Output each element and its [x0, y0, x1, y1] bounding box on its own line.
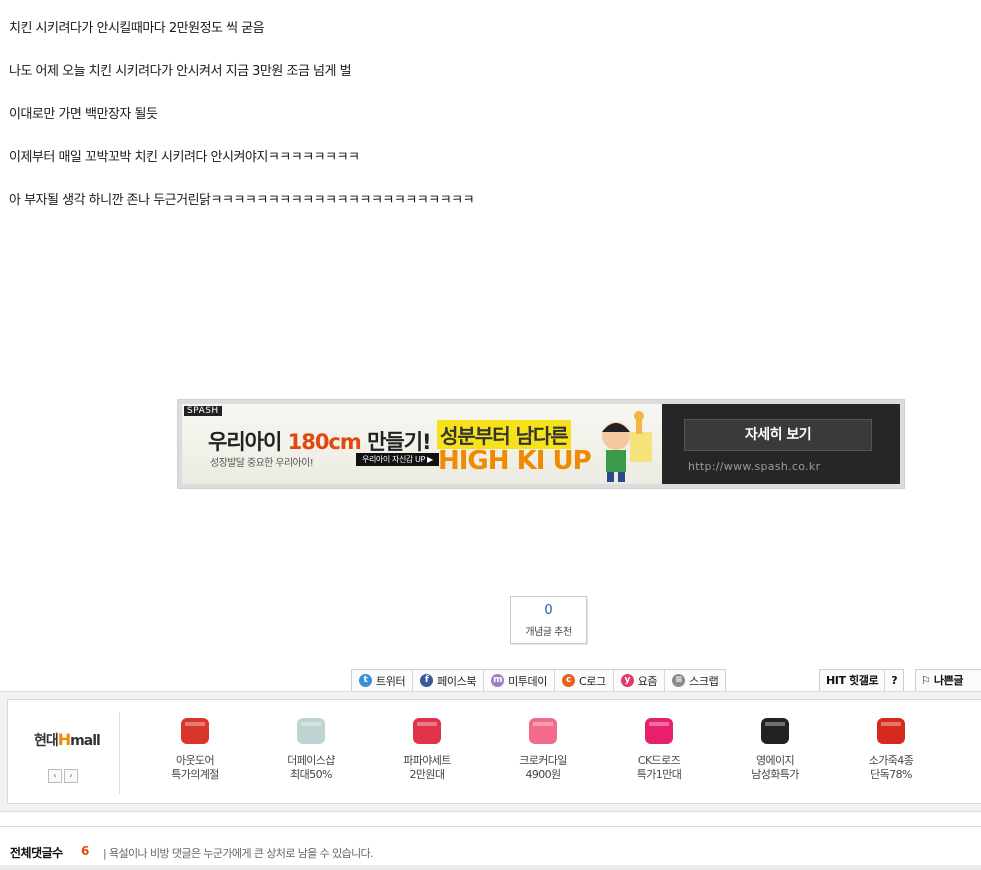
- help-icon[interactable]: ?: [885, 670, 903, 691]
- share-facebook[interactable]: f 페이스북: [413, 670, 485, 691]
- post-line: 이제부터 매일 꼬박꼬박 치킨 시키려다 안시켜야지ㅋㅋㅋㅋㅋㅋㅋㅋ: [9, 150, 360, 165]
- share-clog[interactable]: c C로그: [555, 670, 614, 691]
- divider: [0, 865, 981, 870]
- mall-pager: ‹ ›: [48, 769, 78, 783]
- comments-note: | 욕설이나 비방 댓글은 누군가에게 큰 상처로 남을 수 있습니다.: [103, 847, 374, 860]
- product-subtitle: 최대50%: [290, 768, 332, 781]
- ad-subtext: 성장발달 중요한 우리아이!: [210, 458, 314, 469]
- product-item[interactable]: 크로커다일 4900원: [498, 710, 588, 782]
- recommend-label: 개념글 추천: [525, 627, 572, 638]
- product-subtitle: 남성화특가: [751, 768, 799, 781]
- product-item[interactable]: 더페이스샵 최대50%: [266, 710, 356, 782]
- ad-headline-highlight: 180cm: [287, 430, 362, 454]
- ad-slogan: 성분부터 남다른: [437, 420, 571, 449]
- product-title: CK드로즈: [637, 754, 681, 767]
- ad-banner[interactable]: SPASH 우리아이 180cm 만들기! 성장발달 중요한 우리아이! 우리아…: [177, 399, 905, 489]
- report-label: 나쁜글: [933, 674, 964, 687]
- comments-title: 전체댓글수: [10, 846, 63, 860]
- comments-count: 6: [81, 844, 90, 858]
- ad-headline: 우리아이 180cm 만들기!: [208, 426, 432, 456]
- yozm-icon: y: [620, 674, 634, 687]
- share-label: C로그: [578, 674, 606, 688]
- mall-box: 현대Hmall ‹ › 아웃도어 특가의계절 더페이스샵 최대50% 파파야세트 2만원대…: [7, 699, 981, 804]
- post-line: 나도 어제 오늘 치킨 시키려다가 안시켜서 지금 3만원 조금 넘게 벌: [9, 64, 352, 79]
- brand-part: H: [57, 730, 71, 749]
- ad-pill: 우리아이 자신감 UP ▶: [356, 453, 439, 466]
- flag-icon: ⚐: [921, 674, 934, 687]
- hmall-logo[interactable]: 현대Hmall: [34, 730, 101, 750]
- product-subtitle: 4900원: [525, 768, 561, 781]
- product-title: 아웃도어: [175, 754, 215, 767]
- mall-strip: 현대Hmall ‹ › 아웃도어 특가의계절 더페이스샵 최대50% 파파야세트 2만원대…: [0, 691, 981, 812]
- kid-illustration-icon: [602, 411, 652, 482]
- twitter-icon: t: [359, 674, 372, 687]
- shoe-icon: [173, 710, 217, 748]
- product-title: 더페이스샵: [287, 754, 335, 767]
- recommend-count: 0: [544, 603, 553, 618]
- hit-gallery-group: HIT 힛갤로 ?: [819, 669, 905, 692]
- product-subtitle: 2만원대: [409, 768, 446, 781]
- shirt-icon: [405, 710, 449, 748]
- share-label: 스크랩: [689, 674, 719, 688]
- underwear-icon: [637, 710, 681, 748]
- clog-icon: c: [561, 674, 575, 687]
- product-item[interactable]: CK드로즈 특가1만대: [614, 710, 704, 782]
- tshirt-icon: [521, 710, 565, 748]
- share-scrap[interactable]: ≡ 스크랩: [665, 670, 725, 691]
- me2day-icon: m: [491, 674, 505, 687]
- post-line: 치킨 시키려다가 안시킬때마다 2만원정도 씩 굳음: [9, 21, 265, 36]
- ad-headline-part: 만들기!: [360, 430, 432, 454]
- product-item[interactable]: 파파야세트 2만원대: [382, 710, 472, 782]
- next-arrow-icon[interactable]: ›: [64, 769, 78, 783]
- report-button[interactable]: ⚐ 나쁜글: [915, 669, 981, 692]
- product-subtitle: 특가1만대: [636, 768, 682, 781]
- post-line: 아 부자될 생각 하니깐 존나 두근거린닭ㅋㅋㅋㅋㅋㅋㅋㅋㅋㅋㅋㅋㅋㅋㅋㅋㅋㅋㅋ…: [9, 193, 475, 208]
- comments-header: 전체댓글수 6 | 욕설이나 비방 댓글은 누군가에게 큰 상처로 남을 수 있…: [0, 826, 981, 870]
- prev-arrow-icon[interactable]: ‹: [48, 769, 62, 783]
- handbag-icon: [869, 710, 913, 748]
- post-line: 이대로만 가면 백만장자 될듯: [9, 107, 158, 122]
- product-subtitle: 특가의계절: [171, 768, 219, 781]
- brand-part: mall: [70, 733, 101, 749]
- share-label: 페이스북: [437, 674, 477, 688]
- product-item[interactable]: 영에이지 남성화특가: [730, 710, 820, 782]
- cosmetic-jar-icon: [289, 710, 333, 748]
- product-title: 소가죽4종: [868, 754, 914, 767]
- ad-headline-part: 우리아이: [208, 430, 288, 454]
- product-title: 영에이지: [755, 754, 795, 767]
- ad-cta-panel[interactable]: 자세히 보기 http://www.spash.co.kr: [662, 404, 900, 484]
- facebook-icon: f: [420, 674, 434, 687]
- share-twitter[interactable]: t 트위터: [352, 670, 414, 691]
- ad-logo: SPASH: [184, 406, 222, 416]
- share-label: 요즘: [637, 674, 658, 688]
- ad-url[interactable]: http://www.spash.co.kr: [688, 460, 820, 473]
- product-subtitle: 단독78%: [870, 768, 912, 781]
- scrap-icon: ≡: [672, 674, 686, 687]
- product-title: 크로커다일: [519, 754, 567, 767]
- product-title: 파파야세트: [403, 754, 451, 767]
- share-yozm[interactable]: y 요즘: [614, 670, 666, 691]
- ad-brand-line: HIGH KI UP: [438, 446, 592, 476]
- dress-shoe-icon: [753, 710, 797, 748]
- share-label: 트위터: [376, 674, 406, 688]
- share-bar: t 트위터 f 페이스북 m 미투데이 c C로그 y 요즘 ≡ 스크랩: [351, 669, 727, 692]
- product-item[interactable]: 소가죽4종 단독78%: [846, 710, 936, 782]
- brand-part: 현대: [34, 733, 59, 749]
- recommend-button[interactable]: 0 개념글 추천: [510, 596, 587, 644]
- ad-detail-button[interactable]: 자세히 보기: [684, 419, 872, 451]
- product-item[interactable]: 아웃도어 특가의계절: [150, 710, 240, 782]
- share-label: 미투데이: [508, 674, 547, 688]
- ad-creative[interactable]: SPASH 우리아이 180cm 만들기! 성장발달 중요한 우리아이! 우리아…: [182, 404, 662, 484]
- hit-gallery-button[interactable]: HIT 힛갤로: [820, 670, 886, 691]
- divider: [119, 712, 120, 794]
- share-me2day[interactable]: m 미투데이: [484, 670, 555, 691]
